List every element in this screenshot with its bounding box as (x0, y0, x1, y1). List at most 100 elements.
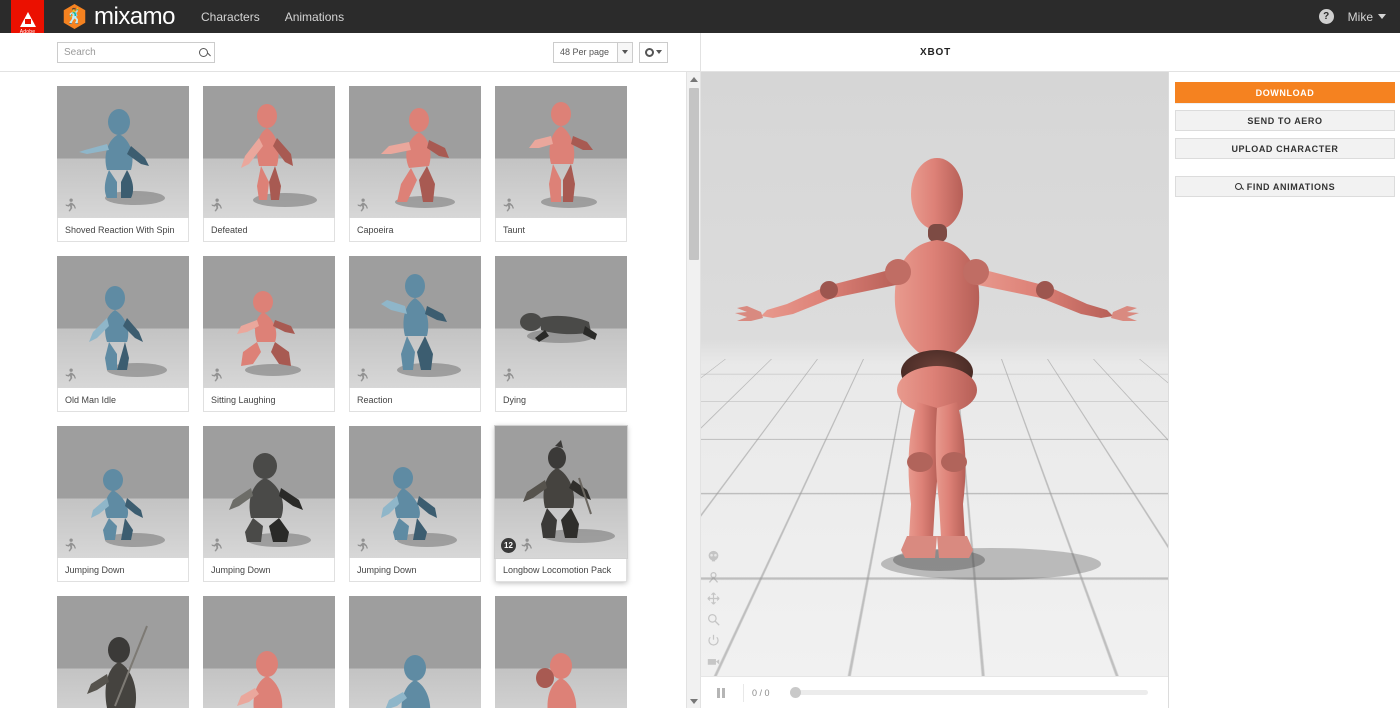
animation-thumbnail[interactable] (203, 596, 335, 708)
chevron-down-icon (1378, 14, 1386, 19)
per-page-chevron-icon[interactable] (617, 42, 632, 62)
animation-thumbnail[interactable] (349, 426, 481, 558)
animation-preview-figure (536, 653, 577, 708)
scroll-up-button[interactable] (687, 72, 701, 86)
animation-thumbnail[interactable] (203, 86, 335, 218)
browse-toolbar: 48 Per page (0, 33, 700, 72)
animation-name-label: Old Man Idle (57, 388, 189, 412)
animation-name-label: Reaction (349, 388, 481, 412)
animation-thumbnail[interactable] (57, 426, 189, 558)
animation-grid: Shoved Reaction With Spin Defeated Capoe… (0, 72, 686, 708)
mixamo-hex-icon: 🕺 (63, 4, 86, 29)
animation-card[interactable]: Sitting Laughing (203, 256, 335, 412)
animation-thumbnail[interactable] (57, 596, 189, 708)
animation-preview-figure (381, 467, 457, 547)
animation-preview-figure (520, 313, 597, 343)
animation-card[interactable]: Jumping Down (203, 426, 335, 582)
animation-card[interactable] (203, 596, 335, 708)
run-person-icon (211, 368, 222, 382)
pause-icon (717, 687, 720, 698)
animation-card[interactable]: Old Man Idle (57, 256, 189, 412)
animation-thumbnail[interactable] (203, 426, 335, 558)
animation-card[interactable]: Dying (495, 256, 627, 412)
top-right-controls: ? Mike (1318, 9, 1386, 24)
search-field[interactable] (57, 41, 215, 63)
user-menu[interactable]: Mike (1348, 10, 1386, 24)
timeline-slider-handle[interactable] (790, 687, 801, 698)
animation-name-label: Dying (495, 388, 627, 412)
animation-preview-figure (529, 102, 597, 208)
animation-thumbnail[interactable] (57, 256, 189, 388)
nav-item-characters[interactable]: Characters (201, 10, 260, 24)
animation-thumbnail[interactable] (495, 596, 627, 708)
viewport-tools (707, 550, 720, 668)
animation-thumbnail[interactable] (57, 86, 189, 218)
animation-thumbnail[interactable] (203, 256, 335, 388)
animation-thumbnail[interactable] (495, 86, 627, 218)
character-name-label: XBOT (920, 46, 951, 58)
mixamo-wordmark: mixamo (94, 2, 176, 30)
download-button[interactable]: DOWNLOAD (1175, 82, 1395, 103)
animation-thumbnail[interactable] (349, 256, 481, 388)
animation-card[interactable]: Defeated (203, 86, 335, 242)
per-page-select[interactable]: 48 Per page (553, 41, 633, 63)
run-person-icon (357, 538, 368, 552)
run-person-icon (211, 198, 222, 212)
timeline-divider (743, 683, 744, 702)
camera-icon[interactable] (707, 655, 720, 668)
upload-character-button[interactable]: UPLOAD CHARACTER (1175, 138, 1395, 159)
animation-card[interactable]: Taunt (495, 86, 627, 242)
pause-button[interactable] (707, 687, 735, 698)
grid-scrollbar[interactable] (686, 72, 701, 708)
animation-thumbnail[interactable]: 12 (495, 426, 627, 558)
animation-card[interactable]: 12 Longbow Locomotion Pack (495, 426, 627, 582)
nav-item-animations[interactable]: Animations (285, 10, 344, 24)
run-person-icon (503, 368, 514, 382)
animation-thumbnail[interactable] (495, 256, 627, 388)
zoom-icon[interactable] (707, 613, 720, 626)
search-input[interactable] (64, 46, 199, 58)
animation-card[interactable]: Jumping Down (349, 426, 481, 582)
character-model (735, 158, 1139, 580)
run-person-icon (211, 538, 222, 552)
find-animations-button[interactable]: FIND ANIMATIONS (1175, 176, 1395, 197)
animation-card[interactable]: Shoved Reaction With Spin (57, 86, 189, 242)
chevron-down-icon (656, 50, 662, 54)
animation-card[interactable]: Reaction (349, 256, 481, 412)
skull-icon[interactable] (707, 550, 720, 563)
scroll-down-button[interactable] (687, 694, 701, 708)
mixamo-logo[interactable]: 🕺 mixamo (62, 2, 176, 31)
top-navigation-bar: Adobe 🕺 mixamo Characters Animations ? M… (0, 0, 1400, 47)
animation-card[interactable] (349, 596, 481, 708)
help-icon[interactable]: ? (1318, 9, 1334, 24)
animation-preview-figure (385, 655, 431, 708)
settings-button[interactable] (639, 41, 668, 63)
animation-card[interactable] (495, 596, 627, 708)
user-name-label: Mike (1347, 9, 1373, 24)
animation-card[interactable]: Capoeira (349, 86, 481, 242)
animation-name-label: Jumping Down (349, 558, 481, 582)
character-viewport[interactable] (700, 72, 1168, 708)
animation-preview-figure (87, 625, 148, 708)
animation-card[interactable]: Jumping Down (57, 426, 189, 582)
primary-nav: Characters Animations (201, 10, 344, 24)
move-icon[interactable] (707, 592, 720, 605)
animation-name-label: Capoeira (349, 218, 481, 242)
timeline-slider[interactable] (790, 687, 1148, 698)
animation-thumbnail[interactable] (349, 596, 481, 708)
search-icon[interactable] (199, 47, 208, 57)
reset-icon[interactable] (707, 634, 720, 647)
animation-preview-figure (91, 469, 165, 547)
scrollbar-thumb[interactable] (689, 88, 699, 260)
adobe-a-icon (19, 12, 36, 27)
gear-icon (645, 47, 654, 57)
animation-card[interactable] (57, 596, 189, 708)
person-pose-icon[interactable] (707, 571, 720, 584)
animation-grid-pane: Shoved Reaction With Spin Defeated Capoe… (0, 72, 686, 708)
animation-thumbnail[interactable] (349, 86, 481, 218)
chevron-up-icon (690, 76, 698, 82)
animation-name-label: Taunt (495, 218, 627, 242)
send-to-aero-button[interactable]: SEND TO AERO (1175, 110, 1395, 131)
run-person-icon (357, 198, 368, 212)
animation-preview-figure (241, 104, 317, 207)
